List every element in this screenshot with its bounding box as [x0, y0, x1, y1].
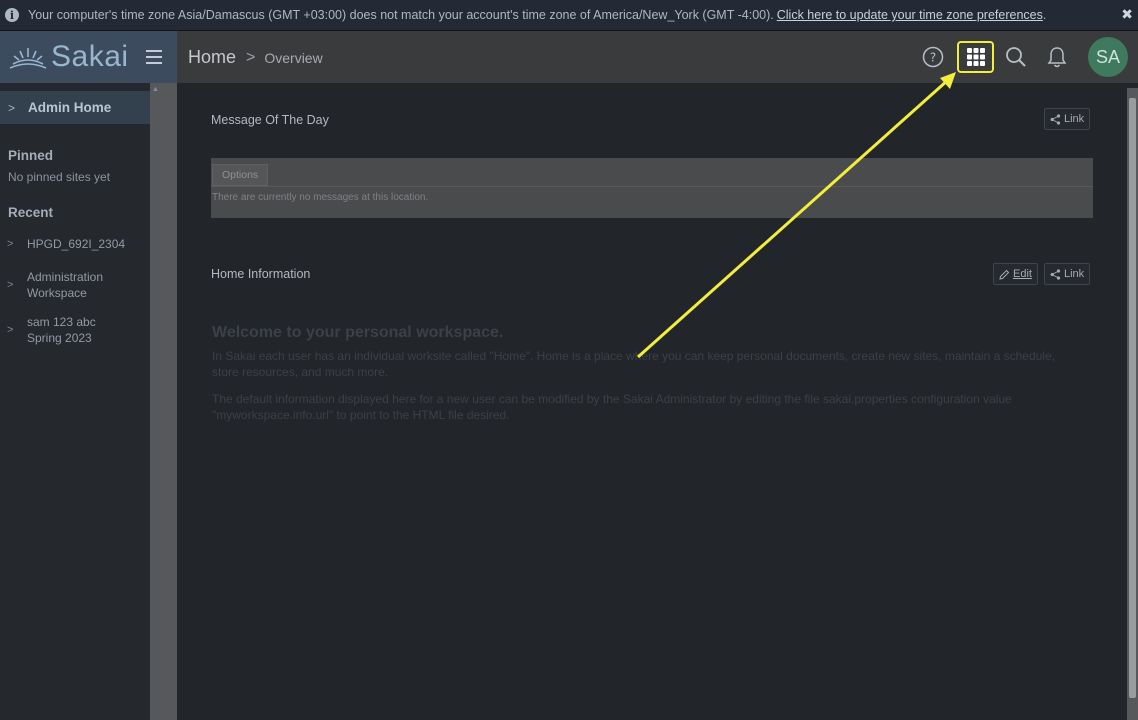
hamburger-menu-icon[interactable]	[146, 50, 162, 64]
apps-grid-icon	[966, 48, 985, 66]
motd-empty-text: There are currently no messages at this …	[212, 192, 429, 203]
pencil-icon	[999, 269, 1010, 280]
welcome-heading: Welcome to your personal workspace.	[212, 324, 504, 341]
recent-site-item[interactable]: > Administration Workspace	[0, 269, 150, 301]
info-icon: i	[5, 8, 19, 22]
home-info-link-label: Link	[1064, 268, 1085, 280]
avatar[interactable]: SA	[1088, 37, 1128, 77]
close-icon[interactable]: ✖	[1121, 6, 1133, 23]
timezone-message: Your computer's time zone Asia/Damascus …	[28, 8, 774, 22]
share-icon	[1050, 268, 1061, 280]
main-content: Message Of The Day Link Options There ar…	[177, 83, 1127, 720]
sites-sidebar: > Admin Home Pinned No pinned sites yet …	[0, 83, 150, 720]
chevron-right-icon: >	[246, 48, 256, 66]
admin-home-label: Admin Home	[28, 100, 112, 115]
logo-area: Sakai	[0, 31, 177, 83]
home-info-title: Home Information	[211, 267, 311, 281]
chevron-right-icon: >	[8, 100, 16, 115]
svg-text:?: ?	[930, 51, 936, 65]
update-timezone-link[interactable]: Click here to update your time zone pref…	[777, 8, 1043, 22]
pinned-heading: Pinned	[8, 148, 54, 163]
recent-site-label: sam 123 abc Spring 2023	[27, 315, 96, 345]
motd-panel: Options There are currently no messages …	[211, 158, 1093, 218]
sakai-logo[interactable]: Sakai	[9, 40, 129, 74]
recent-site-label: Administration Workspace	[27, 270, 104, 300]
welcome-paragraph: In Sakai each user has an individual wor…	[212, 349, 1055, 379]
search-icon[interactable]	[1002, 43, 1030, 71]
recent-site-label: HPGD_692I_2304	[27, 237, 126, 251]
breadcrumb-overview[interactable]: Overview	[264, 50, 322, 66]
recent-site-item[interactable]: > HPGD_692I_2304	[0, 236, 150, 252]
apps-grid-button[interactable]	[957, 41, 994, 73]
chevron-right-icon: >	[7, 324, 14, 336]
top-header: Sakai Home > Overview ? SA	[0, 31, 1138, 83]
logo-wordmark: Sakai	[51, 40, 129, 73]
breadcrumb-home[interactable]: Home	[188, 47, 236, 68]
pinned-empty-text: No pinned sites yet	[8, 170, 111, 184]
main-scrollbar[interactable]	[1127, 88, 1138, 720]
scroll-up-icon[interactable]: ▲	[152, 86, 160, 94]
home-info-link-button[interactable]: Link	[1044, 263, 1091, 285]
admin-info-paragraph: The default information displayed here f…	[212, 392, 1012, 422]
options-tab[interactable]: Options	[212, 164, 269, 186]
edit-label: Edit	[1013, 268, 1032, 280]
recent-heading: Recent	[8, 205, 54, 220]
share-icon	[1050, 113, 1061, 125]
motd-link-button[interactable]: Link	[1044, 108, 1091, 130]
banner-suffix: .	[1042, 8, 1047, 22]
help-icon[interactable]: ?	[919, 43, 947, 71]
sidebar-scrollbar[interactable]: ▲	[150, 83, 177, 720]
chevron-right-icon: >	[7, 279, 14, 291]
motd-title: Message Of The Day	[211, 113, 329, 127]
motd-link-label: Link	[1064, 113, 1085, 125]
divider	[211, 186, 1093, 187]
breadcrumb: Home > Overview	[188, 47, 323, 68]
scrollbar-thumb[interactable]	[1129, 98, 1136, 698]
recent-site-item[interactable]: > sam 123 abc Spring 2023	[0, 314, 150, 346]
chevron-right-icon: >	[7, 238, 14, 250]
bell-icon[interactable]	[1043, 43, 1071, 71]
sakai-logo-icon	[9, 48, 47, 69]
sidebar-item-admin-home[interactable]: > Admin Home	[0, 91, 150, 124]
timezone-banner: i Your computer's time zone Asia/Damascu…	[0, 0, 1138, 31]
edit-button[interactable]: Edit	[993, 263, 1038, 285]
